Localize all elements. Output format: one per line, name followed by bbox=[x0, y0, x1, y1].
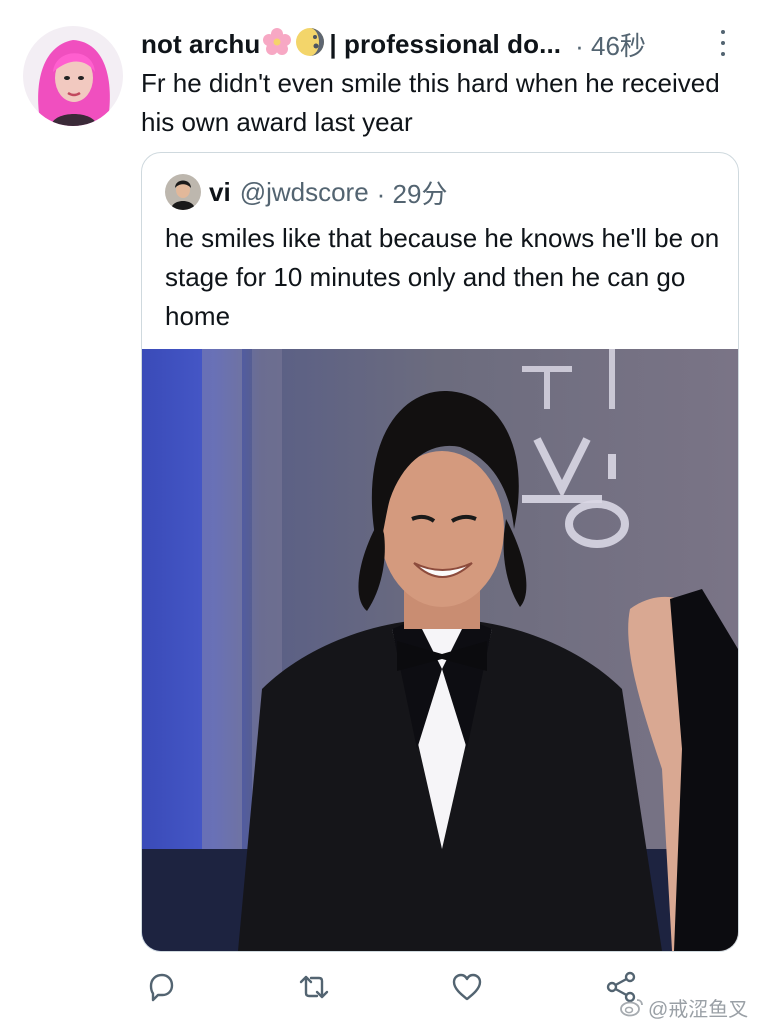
quote-author-handle: @jwdscore bbox=[239, 176, 369, 207]
quote-photo-image bbox=[142, 349, 738, 951]
quote-photo[interactable] bbox=[142, 349, 738, 951]
retweet-icon[interactable] bbox=[297, 970, 331, 1004]
author-name-rest[interactable]: | professional do... bbox=[329, 29, 561, 60]
weibo-watermark: @戒涩鱼叉 bbox=[620, 992, 748, 1022]
author-avatar[interactable] bbox=[23, 26, 123, 126]
cherry-blossom-emoji bbox=[262, 27, 292, 62]
quote-author-name: vi bbox=[209, 176, 231, 207]
tweet-text: Fr he didn't even smile this hard when h… bbox=[141, 68, 720, 137]
author-avatar-image bbox=[23, 26, 123, 126]
quote-tweet-card[interactable]: vi @jwdscore · 29分 he smiles like that b… bbox=[141, 152, 739, 952]
tweet-header: not archu | professional do... · 46秒 bbox=[141, 26, 741, 62]
moon-emoji bbox=[294, 26, 326, 63]
tweet-timestamp[interactable]: · 46秒 bbox=[575, 26, 646, 63]
reply-icon[interactable] bbox=[143, 970, 177, 1004]
quote-header: vi @jwdscore · 29分 bbox=[165, 173, 447, 211]
quote-author-avatar bbox=[165, 174, 201, 210]
quote-timestamp: · 29分 bbox=[376, 178, 448, 209]
author-name[interactable]: not archu bbox=[141, 29, 260, 60]
weibo-logo-icon bbox=[620, 999, 643, 1017]
quote-text: he smiles like that because he knows he'… bbox=[165, 223, 720, 331]
watermark-text: @戒涩鱼叉 bbox=[648, 998, 749, 1021]
more-options-icon[interactable] bbox=[715, 30, 731, 56]
like-icon[interactable] bbox=[450, 970, 484, 1004]
